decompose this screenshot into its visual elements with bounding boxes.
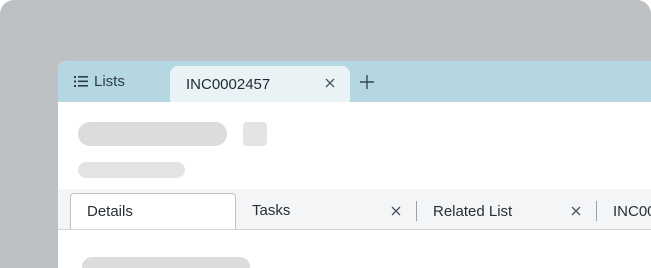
tab-details-label: Details xyxy=(87,203,133,220)
close-icon[interactable] xyxy=(390,205,402,217)
list-icon xyxy=(74,76,88,87)
tab-related-list[interactable]: Related List xyxy=(416,201,596,221)
close-icon[interactable] xyxy=(324,77,336,89)
record-tab[interactable]: INC0002457 xyxy=(170,66,350,102)
record-subtab-bar: Details Tasks Related List INC00 xyxy=(58,189,651,230)
app-tab-bar: Lists INC0002457 xyxy=(58,61,651,102)
tab-related-list-label: Related List xyxy=(433,202,513,220)
tab-details[interactable]: Details xyxy=(70,193,236,229)
device-frame: Lists INC0002457 Details Tasks Related L… xyxy=(0,0,651,268)
plus-icon[interactable] xyxy=(358,73,376,91)
tab-tasks[interactable]: Tasks xyxy=(236,193,416,228)
loading-placeholder-subtitle xyxy=(78,162,185,178)
loading-placeholder-title xyxy=(78,122,227,146)
loading-placeholder-field xyxy=(82,257,250,268)
lists-tab-label: Lists xyxy=(94,73,125,90)
tab-inc-label: INC00 xyxy=(613,202,651,220)
loading-placeholder-icon xyxy=(243,122,267,146)
close-icon[interactable] xyxy=(570,205,582,217)
app-window: Lists INC0002457 Details Tasks Related L… xyxy=(58,61,651,268)
record-tab-label: INC0002457 xyxy=(186,75,271,93)
tab-inc[interactable]: INC00 xyxy=(596,201,651,221)
tab-tasks-label: Tasks xyxy=(252,202,291,219)
lists-tab[interactable]: Lists xyxy=(58,61,168,102)
